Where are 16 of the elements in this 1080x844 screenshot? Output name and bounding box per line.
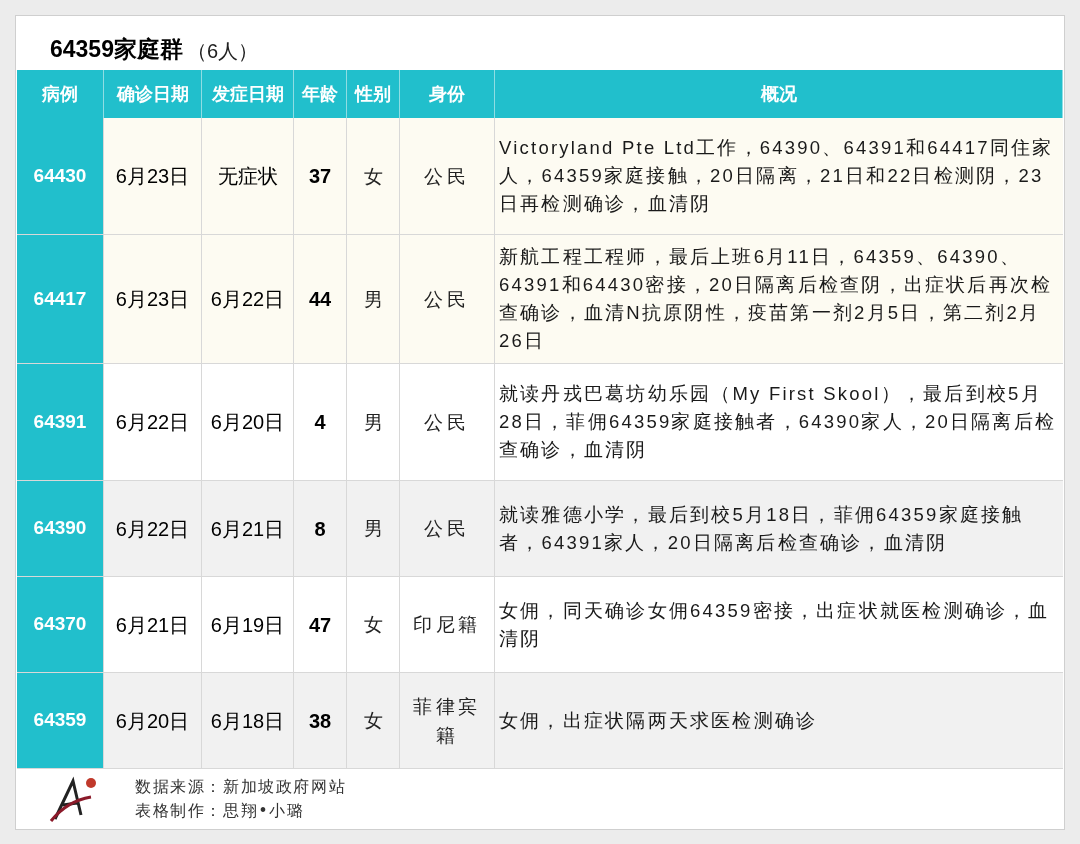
sex-cell: 女 <box>347 673 400 769</box>
age-cell: 38 <box>294 673 347 769</box>
summary-cell: 女佣，出症状隔两天求医检测确诊 <box>495 673 1063 769</box>
author-credit-text: 表格制作：思翔•小璐 <box>135 800 306 822</box>
case-number-cell: 64430 <box>17 118 104 235</box>
date-cell: 6月18日 <box>202 673 294 769</box>
data-source-text: 数据来源：新加坡政府网站 <box>135 776 347 798</box>
table-title: 64359家庭群 <box>50 34 183 64</box>
case-number-cell: 64391 <box>17 364 104 481</box>
case-number-cell: 64390 <box>17 481 104 577</box>
status-cell: 菲律宾籍 <box>400 673 495 769</box>
member-count: （6人） <box>186 39 259 64</box>
case-number-cell: 64417 <box>17 235 104 364</box>
date-cell: 6月20日 <box>104 673 202 769</box>
case-number-cell: 64370 <box>17 577 104 673</box>
case-number-cell: 64359 <box>17 673 104 769</box>
